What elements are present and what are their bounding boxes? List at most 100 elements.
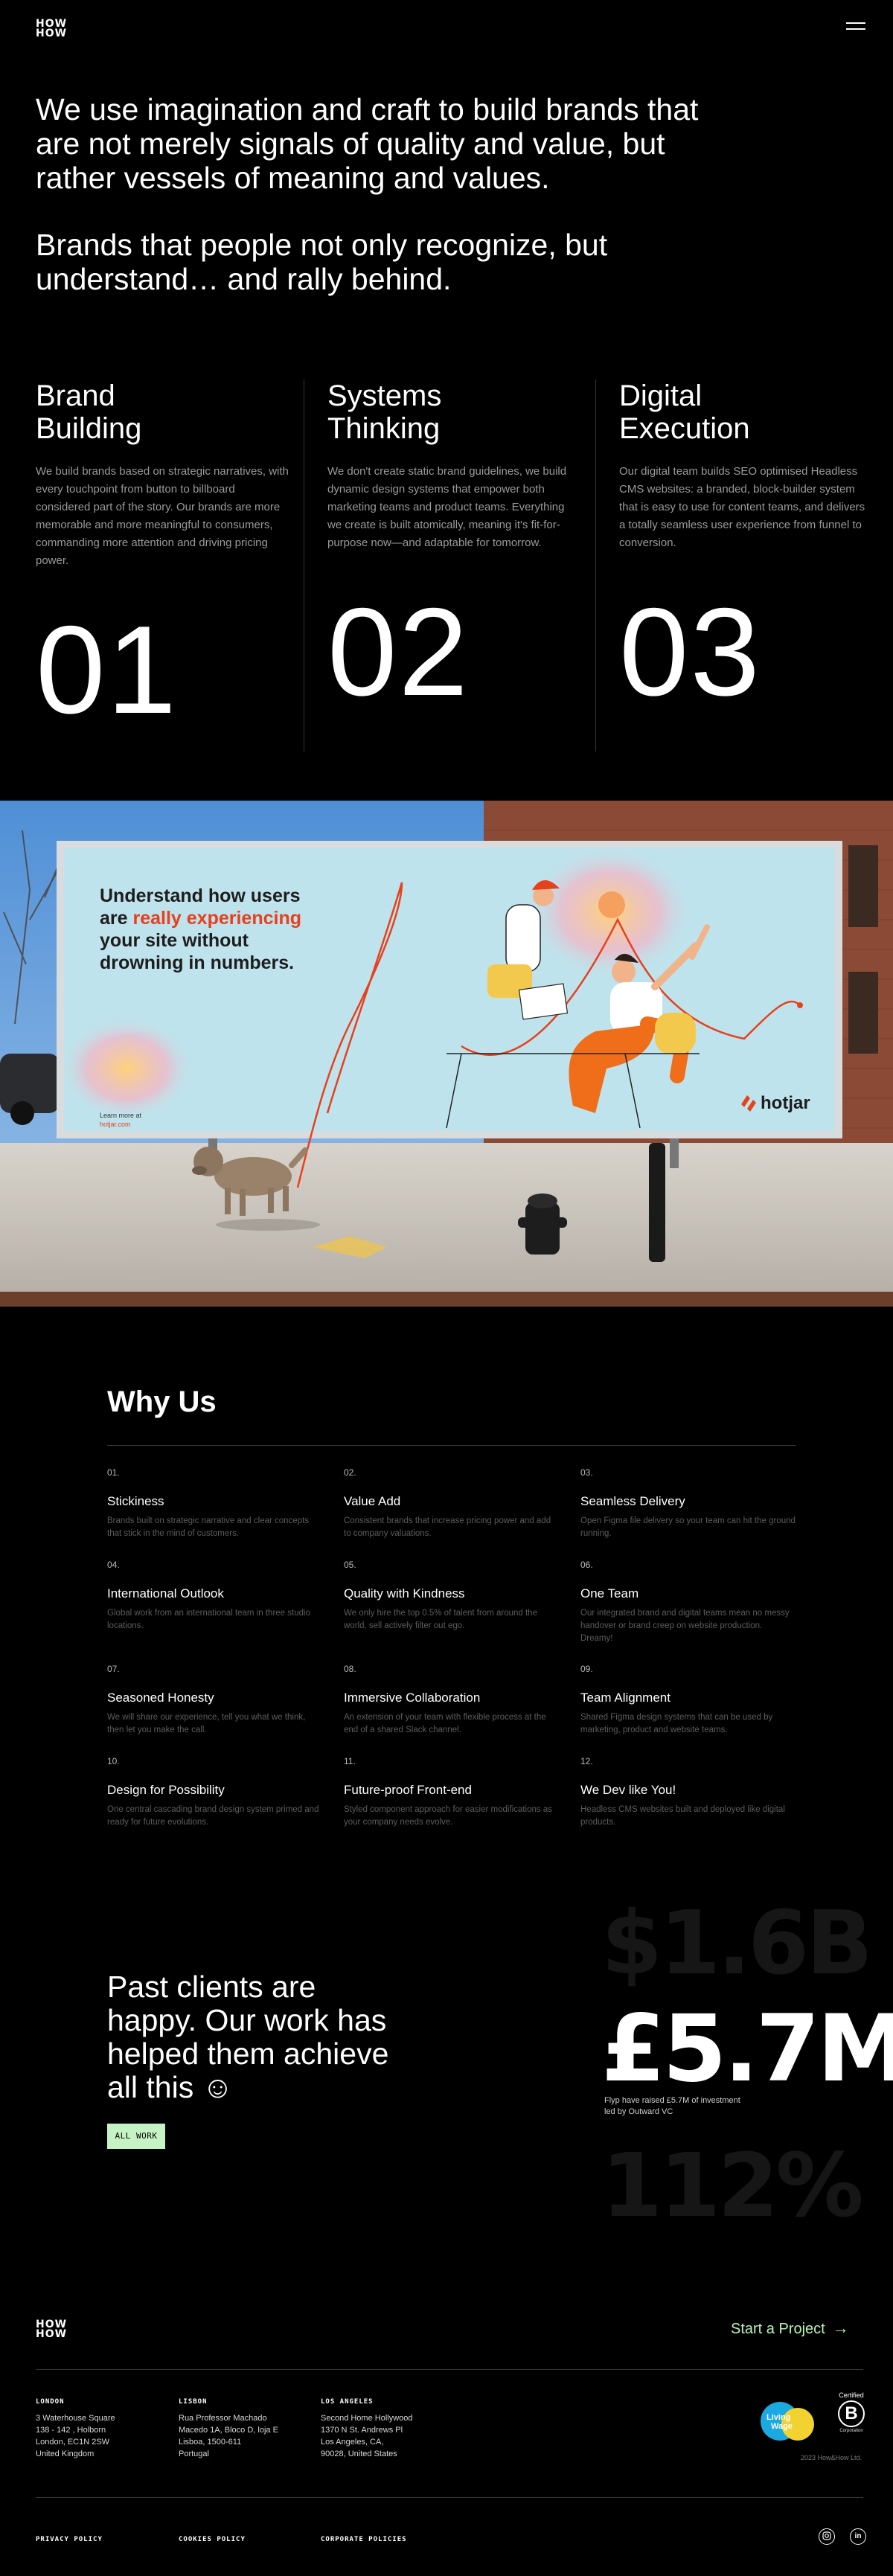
intro-statement: We use imagination and craft to build br… [36, 92, 750, 296]
billboard-brand: hotjar [761, 1093, 810, 1113]
pillar-systems-thinking: Systems Thinking We don't create static … [327, 379, 595, 752]
why-us-section: Why Us 01. Stickiness Brands built on st… [107, 1384, 796, 1827]
page: HOW HOW We use imagination and craft to … [0, 0, 893, 2576]
bcorp-certified-label: Certified [839, 2391, 864, 2399]
why-item: 04. International Outlook Global work fr… [107, 1560, 323, 1633]
why-item-heading: Team Alignment [580, 1691, 670, 1705]
stat-next: 112% [601, 2134, 864, 2237]
footer-divider [36, 2369, 863, 2370]
why-item-heading: We Dev like You! [580, 1783, 676, 1797]
why-item: 06. One Team Our integrated brand and di… [580, 1560, 796, 1645]
office-address-line: 90028, United States [321, 2450, 397, 2458]
billboard-text-highlight: really experiencing [132, 908, 301, 929]
living-wage-text: Living [766, 2413, 790, 2422]
why-us-title: Why Us [107, 1385, 217, 1418]
why-item: 03. Seamless Delivery Open Figma file de… [580, 1467, 796, 1540]
why-item-heading: Future-proof Front-end [344, 1783, 472, 1797]
intro-paragraph-1: We use imagination and craft to build br… [36, 92, 699, 195]
office-los-angeles: LOS ANGELES Second Home Hollywood 1370 N… [321, 2396, 470, 2460]
why-item: 11. Future-proof Front-end Styled compon… [344, 1756, 560, 1829]
cookies-policy-link[interactable]: COOKIES POLICY [179, 2536, 246, 2543]
why-item-heading: One Team [580, 1586, 639, 1601]
billboard-photo: Understand how users are really experien… [0, 801, 893, 1307]
why-item-description: Open Figma file delivery so your team ca… [580, 1516, 796, 1538]
start-project-link[interactable]: Start a Project → [731, 2319, 849, 2338]
why-item-description: Global work from an international team i… [107, 1609, 310, 1630]
pillar-title-line: Brand [36, 379, 115, 412]
privacy-policy-link[interactable]: PRIVACY POLICY [36, 2536, 103, 2543]
office-address-line: Second Home Hollywood [321, 2414, 413, 2423]
billboard-url: hotjar.com [100, 1121, 131, 1128]
why-item-heading: International Outlook [107, 1586, 224, 1601]
why-item-description: We will share our experience, tell you w… [107, 1713, 306, 1734]
office-address-line: Macedo 1A, Bloco D, loja E [179, 2426, 278, 2435]
why-item: 12. We Dev like You! Headless CMS websit… [580, 1756, 796, 1829]
service-pillars: Brand Building We build brands based on … [36, 379, 865, 752]
office-address-line: Lisboa, 1500-611 [179, 2438, 242, 2447]
why-item-number: 02. [344, 1467, 356, 1478]
corporate-policies-link[interactable]: CORPORATE POLICIES [321, 2536, 407, 2543]
instagram-icon[interactable] [819, 2528, 835, 2545]
pillar-title-line: Digital [619, 379, 702, 412]
footer-logo[interactable]: HOW HOW [36, 2319, 68, 2340]
instagram-glyph [822, 2531, 831, 2540]
pillar-number: 01 [36, 600, 178, 740]
pillar-brand-building: Brand Building We build brands based on … [36, 379, 304, 752]
bcorp-icon: B [838, 2400, 865, 2427]
why-item: 02. Value Add Consistent brands that inc… [344, 1467, 560, 1540]
why-item-description: Shared Figma design systems that can be … [580, 1713, 773, 1734]
office-london: LONDON 3 Waterhouse Square 138 - 142 , H… [36, 2396, 185, 2460]
why-item-description: One central cascading brand design syste… [107, 1805, 319, 1827]
billboard-text-plain: are [100, 908, 132, 929]
why-item-number: 10. [107, 1756, 120, 1766]
office-address-line: 1370 N St. Andrews Pl [321, 2426, 403, 2435]
arrow-right-icon: → [832, 2319, 849, 2337]
billboard-scene: Understand how users are really experien… [0, 801, 893, 1307]
pillar-title: Digital Execution [619, 379, 865, 445]
office-address-line: United Kingdom [36, 2450, 95, 2458]
footer-divider [36, 2497, 863, 2498]
bcorp-caption: Corporation [839, 2429, 863, 2433]
clients-statement: Past clients are happy. Our work has hel… [107, 1970, 389, 2104]
why-item-heading: Design for Possibility [107, 1783, 225, 1797]
why-item-description: Consistent brands that increase pricing … [344, 1516, 551, 1538]
billboard-text-line-2: are really experiencing [100, 908, 301, 929]
hamburger-icon[interactable] [846, 22, 865, 36]
logo-line-2: HOW [36, 28, 68, 39]
howhow-logo[interactable]: HOW HOW [36, 19, 67, 39]
start-project-label: Start a Project [731, 2321, 825, 2337]
stat-caption: Flyp have raised £5.7M of investment led… [604, 2096, 740, 2116]
all-work-button[interactable]: ALL WORK [107, 2124, 165, 2149]
bcorp-badge: Certified B Corporation [836, 2391, 866, 2445]
office-address-line: London, EC1N 2SW [36, 2438, 110, 2447]
billboard-text-line-1: Understand how users [100, 885, 301, 906]
pillar-digital-execution: Digital Execution Our digital team build… [619, 379, 865, 752]
why-item-description: We only hire the top 0.5% of talent from… [344, 1609, 537, 1630]
why-item-number: 12. [580, 1756, 593, 1766]
why-item-heading: Value Add [344, 1494, 401, 1508]
copyright: 2023 How&How Ltd. [801, 2454, 862, 2461]
billboard-text-line-3: your site without [100, 930, 249, 951]
why-item: 01. Stickiness Brands built on strategic… [107, 1467, 323, 1540]
office-city: LOS ANGELES [321, 2398, 374, 2406]
office-address-line: Portugal [179, 2450, 209, 2458]
pillar-number: 02 [327, 582, 470, 722]
pillar-title: Brand Building [36, 379, 304, 445]
why-us-divider [107, 1445, 796, 1446]
linkedin-icon[interactable]: in [850, 2528, 866, 2545]
pillar-title-line: Execution [619, 412, 750, 445]
why-item-number: 09. [580, 1664, 593, 1674]
pillar-divider [595, 379, 596, 752]
office-address-line: 3 Waterhouse Square [36, 2414, 115, 2423]
pillar-description: We build brands based on strategic narra… [36, 465, 289, 567]
why-item-number: 08. [344, 1664, 356, 1674]
why-item-number: 03. [580, 1467, 593, 1478]
why-item-description: Brands built on strategic narrative and … [107, 1516, 310, 1538]
why-item-description: An extension of your team with flexible … [344, 1713, 546, 1734]
pillar-description: We don't create static brand guidelines,… [327, 465, 567, 549]
stat-previous: $1.6B [601, 1891, 873, 1994]
why-item-description: Styled component approach for easier mod… [344, 1805, 552, 1827]
footer-logo-line-2: HOW [36, 2328, 68, 2340]
living-wage-badge-icon: Living Wage [761, 2402, 814, 2441]
why-item-number: 06. [580, 1560, 593, 1570]
